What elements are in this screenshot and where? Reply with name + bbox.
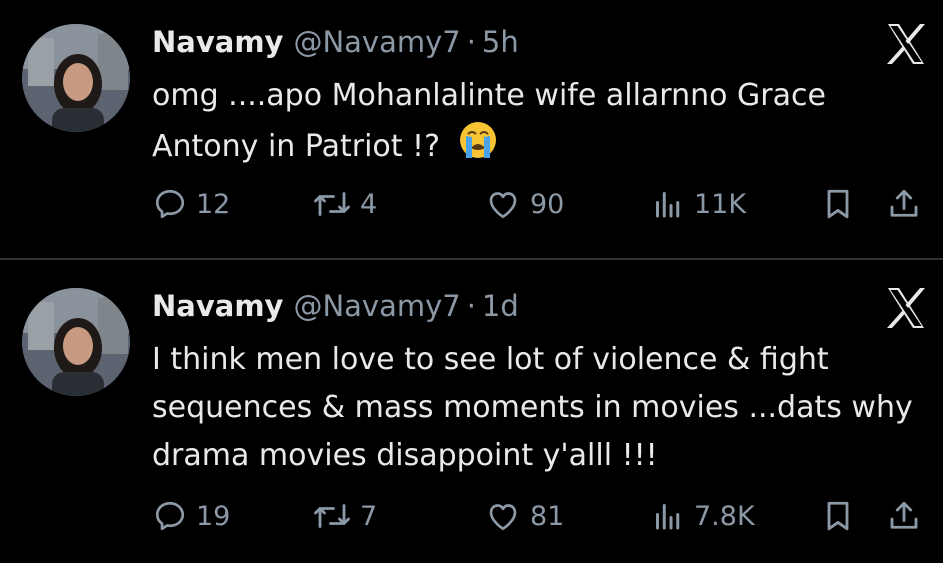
tweet-header: Navamy @Navamy7 · 5h (152, 24, 519, 60)
views-icon (656, 504, 680, 530)
like-count: 81 (530, 500, 565, 532)
views-button[interactable]: 7.8K (650, 496, 755, 536)
author-name[interactable]: Navamy (152, 289, 283, 323)
view-count: 11K (694, 188, 747, 220)
bookmark-icon (827, 189, 849, 219)
tweet-text: omg ....apo Mohanlalinte wife allarnno G… (152, 72, 922, 175)
tweet[interactable]: Navamy @Navamy7 · 1d I think men love to se… (0, 260, 943, 563)
avatar[interactable] (22, 288, 130, 396)
like-count: 90 (530, 188, 565, 220)
repost-count: 4 (360, 188, 378, 220)
repost-count: 7 (360, 500, 378, 532)
timestamp[interactable]: 5h (482, 25, 519, 59)
reply-count: 19 (196, 500, 231, 532)
like-icon (489, 504, 517, 531)
repost-button[interactable]: 4 (312, 184, 377, 224)
views-button[interactable]: 11K (650, 184, 746, 224)
x-logo-icon[interactable] (880, 18, 932, 70)
separator: · (466, 289, 476, 323)
reply-count: 12 (196, 188, 231, 220)
like-icon (489, 192, 517, 219)
tweet-header: Navamy @Navamy7 · 1d (152, 288, 519, 324)
tweet-text-content: I think men love to see lot of violence … (152, 342, 913, 473)
view-count: 7.8K (694, 500, 755, 532)
bookmark-button[interactable] (820, 496, 856, 536)
reply-icon (155, 189, 185, 219)
share-button[interactable] (886, 496, 922, 536)
share-button[interactable] (886, 184, 922, 224)
avatar[interactable] (22, 24, 130, 132)
tweet[interactable]: Navamy @Navamy7 · 5h omg ....apo Mohanlalin… (0, 0, 943, 258)
repost-icon (314, 192, 350, 216)
author-name[interactable]: Navamy (152, 25, 283, 59)
action-bar: 12 4 90 11K (0, 184, 943, 224)
separator: · (466, 25, 476, 59)
author-handle[interactable]: @Navamy7 (293, 25, 460, 59)
author-handle[interactable]: @Navamy7 (293, 289, 460, 323)
share-icon (890, 501, 918, 529)
repost-button[interactable]: 7 (312, 496, 377, 536)
share-icon (890, 189, 918, 217)
reply-icon (155, 501, 185, 531)
timestamp[interactable]: 1d (482, 289, 519, 323)
like-button[interactable]: 90 (484, 184, 564, 224)
tweet-text: I think men love to see lot of violence … (152, 336, 922, 480)
reply-button[interactable]: 12 (152, 184, 230, 224)
views-icon (656, 192, 680, 218)
action-bar: 19 7 81 7.8K (0, 496, 943, 536)
like-button[interactable]: 81 (484, 496, 564, 536)
crying-face-emoji-icon (458, 120, 498, 175)
reply-button[interactable]: 19 (152, 496, 230, 536)
repost-icon (314, 504, 350, 528)
x-logo-icon[interactable] (880, 282, 932, 334)
bookmark-icon (827, 501, 849, 531)
bookmark-button[interactable] (820, 184, 856, 224)
